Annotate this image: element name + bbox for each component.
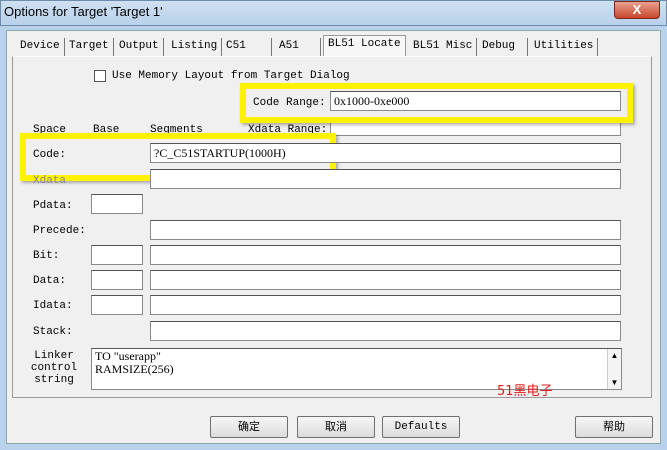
linker-scrollbar[interactable]: ▲ ▼ — [607, 349, 621, 389]
watermark: 51黑电子 — [497, 384, 553, 399]
precede-label: Precede: — [33, 225, 86, 237]
xdata-segments-input[interactable] — [150, 169, 621, 189]
idata-label: Idata: — [33, 300, 73, 312]
tab-device[interactable]: Device — [16, 38, 65, 56]
ok-button[interactable]: 确定 — [210, 416, 288, 438]
xdata-label: Xdata — [33, 175, 67, 187]
code-segments-input[interactable]: ?C_C51STARTUP(1000H) — [150, 143, 621, 163]
idata-segments-input[interactable] — [150, 295, 621, 315]
use-memory-layout-label: Use Memory Layout from Target Dialog — [112, 70, 350, 82]
tab-target[interactable]: Target — [65, 38, 114, 56]
tab-debug[interactable]: Debug — [478, 38, 528, 56]
data-label: Data: — [33, 275, 67, 287]
tab-output[interactable]: Output — [115, 38, 164, 56]
defaults-button[interactable]: Defaults — [382, 416, 460, 438]
scroll-down-icon[interactable]: ▼ — [608, 376, 621, 389]
linker-line-2: RAMSIZE(256) — [95, 362, 174, 376]
tab-bl51-misc[interactable]: BL51 Misc — [409, 38, 478, 56]
code-label: Code: — [33, 149, 67, 161]
tab-c51[interactable]: C51 — [222, 38, 272, 56]
tab-bl51-locate[interactable]: BL51 Locate — [323, 35, 406, 56]
bit-base-input[interactable] — [91, 245, 143, 265]
tab-a51[interactable]: A51 — [275, 38, 321, 56]
window-title: Options for Target 'Target 1' — [4, 4, 163, 19]
data-base-input[interactable] — [91, 270, 143, 290]
code-range-input[interactable]: 0x1000-0xe000 — [330, 91, 621, 111]
cancel-button[interactable]: 取消 — [297, 416, 375, 438]
use-memory-layout-checkbox[interactable] — [94, 70, 106, 82]
precede-segments-input[interactable] — [150, 220, 621, 240]
linker-control-label: Linker control string — [30, 350, 78, 386]
bit-label: Bit: — [33, 250, 60, 262]
help-button[interactable]: 帮助 — [575, 416, 653, 438]
idata-base-input[interactable] — [91, 295, 143, 315]
tab-utilities[interactable]: Utilities — [530, 38, 599, 56]
bit-segments-input[interactable] — [150, 245, 621, 265]
stack-segments-input[interactable] — [150, 321, 621, 341]
scroll-up-icon[interactable]: ▲ — [608, 349, 621, 362]
data-segments-input[interactable] — [150, 270, 621, 290]
tab-listing[interactable]: Listing — [167, 38, 223, 56]
stack-label: Stack: — [33, 326, 73, 338]
pdata-label: Pdata: — [33, 200, 73, 212]
code-range-label: Code Range: — [253, 97, 326, 109]
close-button[interactable]: X — [614, 1, 660, 19]
pdata-base-input[interactable] — [91, 194, 143, 214]
